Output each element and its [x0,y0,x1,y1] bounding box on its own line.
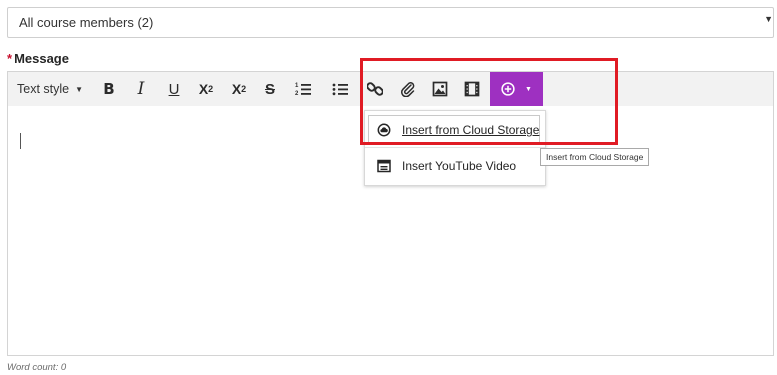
cloud-upload-icon [376,122,392,138]
bulleted-list-icon [332,83,348,96]
underline-button[interactable]: U [163,72,185,106]
link-icon [367,82,383,96]
strikethrough-button[interactable]: S [259,72,281,106]
subscript-mark: 2 [241,84,247,94]
required-marker: * [7,51,13,66]
insert-content-button[interactable]: ▼ [490,72,543,106]
subscript-button[interactable]: X2 [228,72,250,106]
superscript-button[interactable]: X2 [195,72,217,106]
insert-content-menu: Insert from Cloud Storage Insert YouTube… [364,110,546,186]
insert-link-button[interactable] [364,72,386,106]
bold-button[interactable]: B [98,72,120,106]
paperclip-icon [401,82,415,97]
numbered-list-button[interactable]: 1 2 [292,72,314,106]
bulleted-list-button[interactable] [329,72,351,106]
chevron-down-icon: ▼ [75,84,84,94]
image-icon [432,81,448,97]
message-label: * Message [7,51,69,66]
insert-media-button[interactable] [461,72,483,106]
italic-button[interactable]: I [130,72,152,106]
tooltip: Insert from Cloud Storage [540,148,650,166]
svg-text:1: 1 [295,83,299,89]
menu-item-insert-cloud-storage[interactable]: Insert from Cloud Storage [365,112,545,148]
numbered-list-icon: 1 2 [295,83,311,97]
chevron-down-icon: ▼ [525,85,532,93]
menu-item-label: Insert from Cloud Storage [402,123,540,137]
chevron-down-icon: ▼ [764,14,773,24]
message-label-text: Message [14,51,69,66]
text-style-dropdown[interactable]: Text style ▼ [17,72,83,106]
insert-image-button[interactable] [429,72,451,106]
recipients-select[interactable]: All course members (2) ▼ [7,7,774,38]
film-icon [464,81,480,97]
plus-circle-icon [501,82,515,96]
menu-item-label: Insert YouTube Video [402,159,517,173]
word-count: Word count: 0 [7,362,67,373]
video-window-icon [376,158,392,174]
menu-item-insert-youtube[interactable]: Insert YouTube Video [365,148,545,184]
superscript-mark: 2 [208,84,214,94]
text-style-label: Text style [17,82,70,96]
recipients-value: All course members (2) [19,15,154,30]
subscript-base: X [231,81,242,97]
editor-toolbar: Text style ▼ B I U X2 X2 S 1 2 ▼ [7,71,774,107]
svg-text:2: 2 [295,91,299,97]
text-cursor [20,133,21,149]
superscript-base: X [198,81,209,97]
attach-file-button[interactable] [397,72,419,106]
